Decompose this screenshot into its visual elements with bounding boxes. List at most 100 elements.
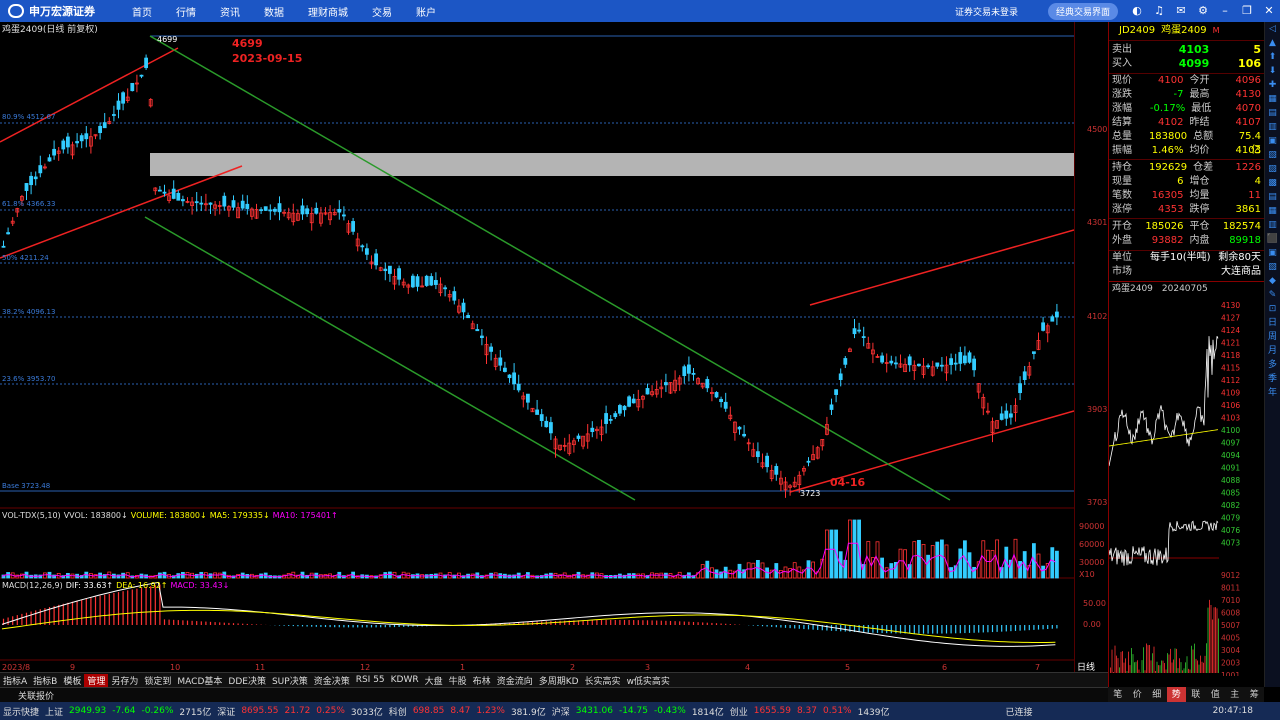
panel-tab[interactable]: 联	[1186, 687, 1206, 702]
trend-line-green[interactable]	[144, 216, 636, 501]
classic-trade-button[interactable]: 经典交易界面	[1047, 2, 1118, 20]
menu-item-5[interactable]: 交易	[360, 4, 404, 19]
indicator-tab[interactable]: 多周期KD	[536, 674, 582, 687]
candlestick-series[interactable]	[1, 54, 1059, 498]
kline-chart-area[interactable]: 鸡蛋2409(日线 前复权) 4699 4699 2023-09-15 3723…	[0, 22, 1075, 672]
macd-bars	[2, 584, 1058, 634]
x-axis-label: 1	[460, 663, 465, 672]
toolbar-tool-icon[interactable]: ▧	[1265, 148, 1280, 162]
period-switch[interactable]: 多	[1265, 358, 1280, 372]
quote-row: 振幅 1.46% 均价 4103	[1112, 145, 1261, 156]
panel-tab[interactable]: 细	[1147, 687, 1167, 702]
intraday-price-label: 4115	[1221, 364, 1240, 373]
indicator-tab[interactable]: RSI 55	[353, 675, 388, 685]
toolbar-tool-icon[interactable]: ◆	[1265, 274, 1280, 288]
indicator-tab[interactable]: KDWR	[388, 675, 422, 685]
toolbar-tool-icon[interactable]: ▣	[1265, 134, 1280, 148]
toolbar-tool-icon[interactable]: ▥	[1265, 218, 1280, 232]
toolbar-tool-icon[interactable]: ▤	[1265, 106, 1280, 120]
toolbar-tool-icon[interactable]: ▥	[1265, 120, 1280, 134]
toolbar-tool-icon[interactable]: ◁	[1265, 22, 1280, 36]
panel-tab[interactable]: 筹	[1245, 687, 1265, 702]
menu-item-1[interactable]: 行情	[164, 4, 208, 19]
panel-tab[interactable]: 价	[1128, 687, 1148, 702]
toolbar-tool-icon[interactable]: ▤	[1265, 190, 1280, 204]
indicator-tab[interactable]: 指标A	[0, 674, 30, 687]
volume-bar	[700, 564, 705, 579]
candle-body	[475, 329, 480, 332]
related-quote-link[interactable]: 关联报价	[0, 689, 54, 702]
period-switch[interactable]: 月	[1265, 344, 1280, 358]
candle-body	[894, 362, 898, 365]
indicator-tab[interactable]: 管理	[84, 673, 109, 687]
period-switch[interactable]: 日	[1265, 316, 1280, 330]
toolbar-tool-icon[interactable]: ▧	[1265, 260, 1280, 274]
toolbar-tool-icon[interactable]: ▲	[1265, 36, 1280, 50]
indicator-tab[interactable]: MACD基本	[174, 674, 225, 687]
panel-tab[interactable]: 值	[1206, 687, 1226, 702]
indicator-tab[interactable]: 锁定到	[141, 674, 174, 687]
intraday-chart[interactable]: 4130 4127 4124 4121 4118 4115 4112 4109 4106 4103…	[1108, 296, 1265, 680]
indicator-tab[interactable]: 模板	[60, 674, 84, 687]
y-axis-label: 3903	[1087, 405, 1108, 414]
indicator-tab[interactable]: w低实高实	[624, 674, 673, 687]
toolbar-tool-icon[interactable]: ▦	[1265, 204, 1280, 218]
candle-body	[1050, 316, 1055, 322]
login-status[interactable]: 证券交易未登录	[955, 5, 1018, 18]
menu-item-0[interactable]: 首页	[120, 4, 164, 19]
indicator-tab[interactable]: 另存为	[108, 674, 141, 687]
minimize-icon[interactable]: –	[1218, 4, 1232, 18]
candle-body	[162, 191, 167, 194]
toolbar-tool-icon[interactable]: ▩	[1265, 176, 1280, 190]
indicator-tab[interactable]: 资金决策	[311, 674, 353, 687]
menu-item-2[interactable]: 资讯	[208, 4, 252, 19]
candle-body	[424, 275, 429, 286]
toolbar-tool-icon[interactable]: ⊡	[1265, 302, 1280, 316]
quote-row: 涨停 4353 跌停 3861	[1112, 204, 1261, 215]
toolbar-tool-icon[interactable]: ▨	[1265, 162, 1280, 176]
period-switch[interactable]: 季	[1265, 372, 1280, 386]
panel-tab[interactable]: 势	[1166, 687, 1186, 702]
candle-body	[622, 405, 627, 411]
trend-line-red[interactable]	[0, 47, 179, 143]
settings-icon[interactable]: ⚙	[1196, 4, 1210, 18]
volume-bar	[1041, 565, 1045, 579]
restore-icon[interactable]: ❐	[1240, 4, 1254, 18]
trend-line-red[interactable]	[809, 229, 1075, 306]
toolbar-tool-icon[interactable]: ▣	[1265, 246, 1280, 260]
headset-icon[interactable]: ♫	[1152, 4, 1166, 18]
menu-item-6[interactable]: 账户	[404, 4, 448, 19]
panel-tab[interactable]: 主	[1225, 687, 1245, 702]
indicator-tab[interactable]: SUP决策	[269, 674, 311, 687]
period-switch[interactable]: 年	[1265, 386, 1280, 400]
indicator-tab[interactable]: 长实高实	[582, 674, 624, 687]
indicator-tab[interactable]: DDE决策	[225, 674, 269, 687]
toolbar-tool-icon[interactable]: ▦	[1265, 92, 1280, 106]
theme-icon[interactable]: ◐	[1130, 4, 1144, 18]
menu-item-3[interactable]: 数据	[252, 4, 296, 19]
indicator-tab[interactable]: 大盘	[422, 674, 446, 687]
toolbar-tool-icon[interactable]: ✚	[1265, 78, 1280, 92]
candle-body	[61, 140, 66, 150]
candle-body	[6, 232, 10, 235]
menu-item-4[interactable]: 理财商城	[296, 4, 360, 19]
mail-icon[interactable]: ✉	[1174, 4, 1188, 18]
panel-tab[interactable]: 笔	[1108, 687, 1128, 702]
quick-toggle[interactable]: 显示快捷	[0, 705, 42, 718]
candle-body	[1004, 410, 1009, 419]
kline-chart-svg[interactable]: 鸡蛋2409(日线 前复权) 4699 4699 2023-09-15 3723…	[0, 22, 1075, 672]
candle-body	[608, 419, 613, 421]
indicator-tab[interactable]: 牛股	[446, 674, 470, 687]
indicator-tab[interactable]: 资金流向	[494, 674, 536, 687]
toolbar-tool-icon[interactable]: ⬆	[1265, 50, 1280, 64]
indicator-tab[interactable]: 指标B	[30, 674, 60, 687]
indicator-tab[interactable]: 布林	[470, 674, 494, 687]
ask-row[interactable]: 卖出 4103 5	[1109, 43, 1264, 57]
toolbar-tool-icon[interactable]: ✎	[1265, 288, 1280, 302]
toolbar-tool-icon[interactable]: ⬛	[1265, 232, 1280, 246]
close-icon[interactable]: ✕	[1262, 4, 1276, 18]
trend-line-red[interactable]	[0, 165, 243, 259]
toolbar-tool-icon[interactable]: ⬇	[1265, 64, 1280, 78]
period-switch[interactable]: 周	[1265, 330, 1280, 344]
bid-row[interactable]: 买入 4099 106	[1109, 57, 1264, 71]
